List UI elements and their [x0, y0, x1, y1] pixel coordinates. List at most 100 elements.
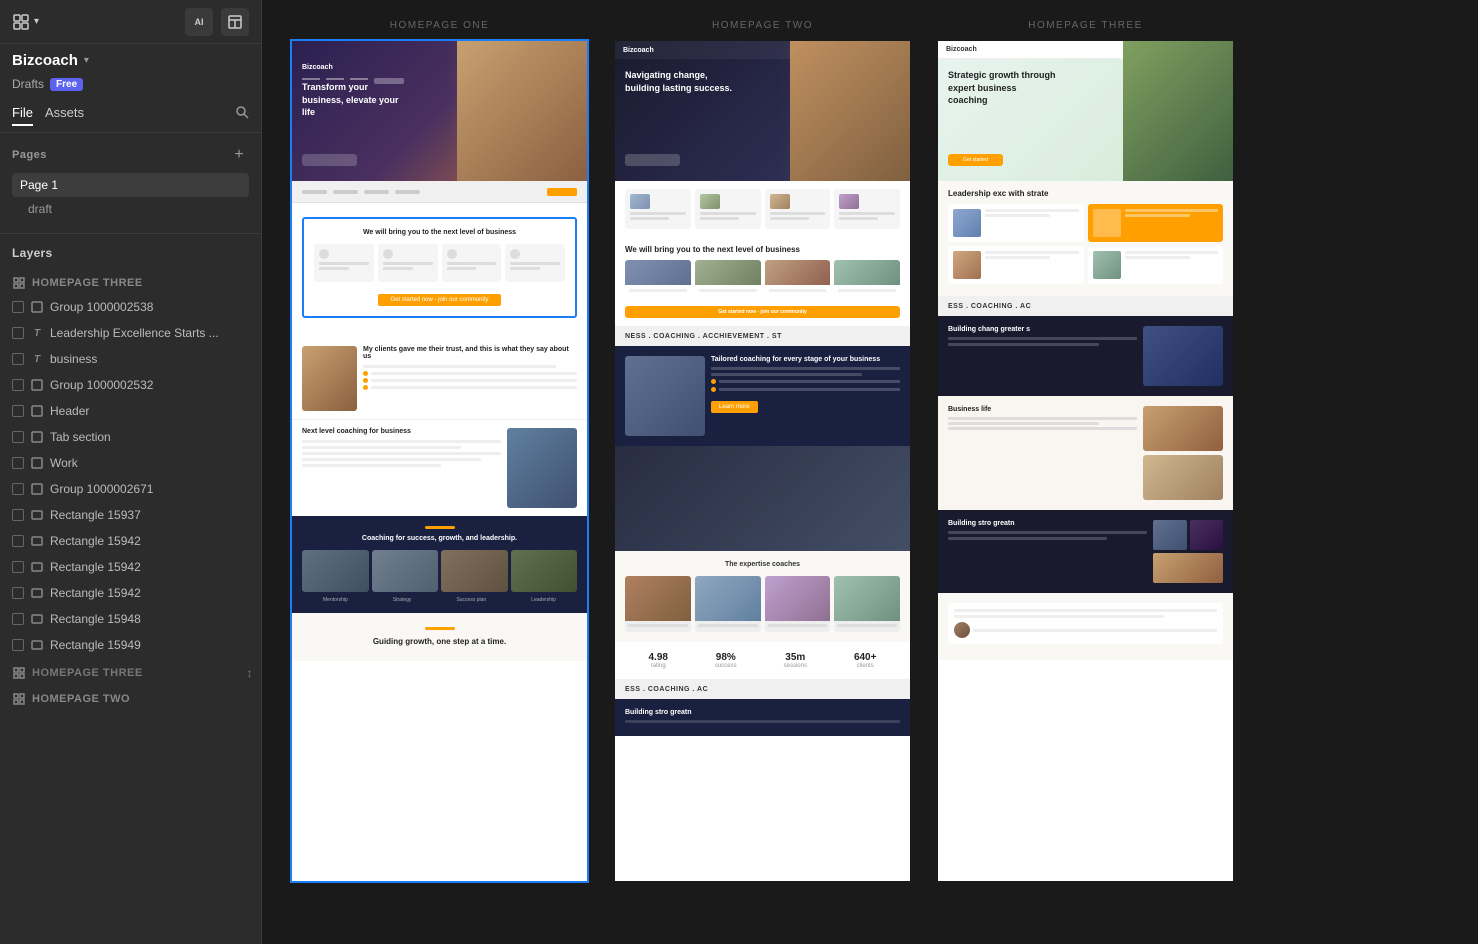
layers-header: Layers: [0, 242, 261, 268]
hp3-dark2-cols: Building stro greatn: [948, 520, 1223, 583]
layer-name: Leadership Excellence Starts ...: [50, 326, 253, 340]
group-icon: [30, 456, 44, 470]
hp3-hero-text: Strategic growth through expert business…: [948, 69, 1058, 107]
hp2-coaching-img: [625, 356, 705, 436]
hp1-coach-img: [507, 428, 577, 508]
layer-name: Rectangle 15942: [50, 560, 253, 574]
top-icons: AI: [185, 8, 249, 36]
hp1-hero-text: Transform your business, elevate your li…: [302, 81, 402, 119]
hp1-coach-text: Next level coaching for business: [302, 428, 501, 508]
layer-group-1000002538[interactable]: Group 1000002538: [0, 294, 261, 320]
tab-file[interactable]: File: [12, 105, 33, 126]
layer-section-homepage-two[interactable]: HOMEPAGE TWO: [0, 684, 261, 710]
hp2-stat-1: 4.98 rating: [648, 652, 667, 669]
hp1-test-title: My clients gave me their trust, and this…: [363, 346, 577, 360]
layer-checkbox: [12, 535, 24, 547]
layer-section-homepage-three-2[interactable]: HOMEPAGE THREE ↕: [0, 658, 261, 684]
hp2-marquee2-text: ESS . COACHING . AC: [625, 686, 708, 693]
layer-rect-15942-3[interactable]: Rectangle 15942: [0, 580, 261, 606]
layer-checkbox: [12, 431, 24, 443]
hp2-frame[interactable]: Bizcoach Navigating change, building las…: [615, 41, 910, 881]
hp3-bl-text: Business life: [948, 406, 1137, 500]
hp2-coaching-btn: Learn more: [711, 401, 758, 413]
hp3-frame[interactable]: Bizcoach Strategic growth through expert…: [938, 41, 1233, 881]
page-item-draft[interactable]: draft: [12, 197, 249, 221]
hp2-big-photo: [615, 446, 910, 551]
hp3-business-life: Business life: [938, 396, 1233, 510]
hp2-label: HOMEPAGE TWO: [712, 20, 813, 31]
homepage-two-preview[interactable]: HOMEPAGE TWO Bizcoach Navigating change,…: [615, 20, 910, 881]
tab-assets[interactable]: Assets: [45, 105, 84, 126]
hp3-cta: Get started: [948, 154, 1003, 166]
hp3-bl-imgs: [1143, 406, 1223, 500]
hp2-coaching-title: Tailored coaching for every stage of you…: [711, 356, 900, 363]
search-button[interactable]: [235, 105, 249, 126]
layer-leadership-text[interactable]: T Leadership Excellence Starts ...: [0, 320, 261, 346]
hp2-coaches-section: The expertise coaches: [615, 551, 910, 642]
layer-work[interactable]: Work: [0, 450, 261, 476]
rect-icon: [30, 612, 44, 626]
brand-row: Bizcoach ▾: [0, 44, 261, 77]
homepage-one-preview[interactable]: HOMEPAGE ONE Bizcoach Transform your: [292, 20, 587, 881]
grid-icon: [12, 276, 26, 290]
layer-group-1000002532[interactable]: Group 1000002532: [0, 372, 261, 398]
layer-rect-15937[interactable]: Rectangle 15937: [0, 502, 261, 528]
pages-section: Pages + Page 1 draft: [0, 133, 261, 234]
pages-label: Pages: [12, 149, 47, 161]
hp2-stat-num-2: 98%: [715, 652, 737, 663]
hp3-dark-img: [1143, 326, 1223, 386]
homepage-three-preview[interactable]: HOMEPAGE THREE Bizcoach Strategic growth…: [938, 20, 1233, 881]
hp3-info-title: Leadership exc with strate: [948, 189, 1223, 198]
hp1-footer-title: Coaching for success, growth, and leader…: [302, 535, 577, 542]
hp1-bottom: Guiding growth, one step at a time.: [292, 613, 587, 661]
layer-rect-15948[interactable]: Rectangle 15948: [0, 606, 261, 632]
hp1-service-cards: [314, 244, 565, 282]
layer-name: Rectangle 15948: [50, 612, 253, 626]
layer-section-homepage-three-1[interactable]: HOMEPAGE THREE: [0, 268, 261, 294]
layers-section: Layers HOMEPAGE THREE Group 1000002538 T…: [0, 234, 261, 944]
canvas-wrapper: HOMEPAGE ONE Bizcoach Transform your: [262, 0, 1478, 944]
badge-row: Drafts Free: [0, 77, 261, 99]
ai-label: AI: [195, 17, 204, 27]
hp2-coaching-text: Tailored coaching for every stage of you…: [711, 356, 900, 436]
page-item-1[interactable]: Page 1: [12, 173, 249, 197]
layer-group-1000002671[interactable]: Group 1000002671: [0, 476, 261, 502]
ai-button[interactable]: AI: [185, 8, 213, 36]
rect-icon: [30, 508, 44, 522]
sidebar-top-bar: ▾ AI: [0, 0, 261, 44]
hp2-cta: [625, 154, 680, 166]
hp2-hero-person: [780, 41, 910, 181]
layer-rect-15949[interactable]: Rectangle 15949: [0, 632, 261, 658]
free-badge: Free: [50, 78, 83, 91]
hp1-section2: We will bring you to the next level of b…: [292, 203, 587, 338]
brand-chevron-icon[interactable]: ▾: [84, 55, 89, 66]
layout-button[interactable]: [221, 8, 249, 36]
hp3-dark-section: Building chang greater s: [938, 316, 1233, 396]
layer-name: Work: [50, 456, 253, 470]
layer-name: Tab section: [50, 430, 253, 444]
hp1-coach-title: Next level coaching for business: [302, 428, 501, 435]
section-name: HOMEPAGE TWO: [32, 693, 130, 705]
hp2-marquee-text: NESS . COACHING . ACCHIEVEMENT . ST: [625, 333, 782, 340]
layer-name: Group 1000002671: [50, 482, 253, 496]
hp1-coaching: Next level coaching for business: [292, 419, 587, 516]
collapse-icon: ↕: [247, 666, 254, 680]
hp3-test-card: [948, 603, 1223, 644]
hp1-frame[interactable]: Bizcoach Transform your business, elevat…: [292, 41, 587, 881]
layer-checkbox: [12, 587, 24, 599]
layer-rect-15942-1[interactable]: Rectangle 15942: [0, 528, 261, 554]
layer-checkbox: [12, 301, 24, 313]
hp3-info-section: Leadership exc with strate: [938, 181, 1233, 296]
hp1-dark-footer: Coaching for success, growth, and leader…: [292, 516, 587, 613]
layer-tab-section[interactable]: Tab section: [0, 424, 261, 450]
group-icon: [30, 300, 44, 314]
layer-header[interactable]: Header: [0, 398, 261, 424]
layer-name: Rectangle 15949: [50, 638, 253, 652]
grid-icon: [12, 666, 26, 680]
layer-rect-15942-2[interactable]: Rectangle 15942: [0, 554, 261, 580]
layer-checkbox: [12, 353, 24, 365]
layer-business-text[interactable]: T business: [0, 346, 261, 372]
hp1-bottom-title: Guiding growth, one step at a time.: [302, 636, 577, 647]
add-page-button[interactable]: +: [229, 145, 249, 165]
layer-checkbox: [12, 457, 24, 469]
